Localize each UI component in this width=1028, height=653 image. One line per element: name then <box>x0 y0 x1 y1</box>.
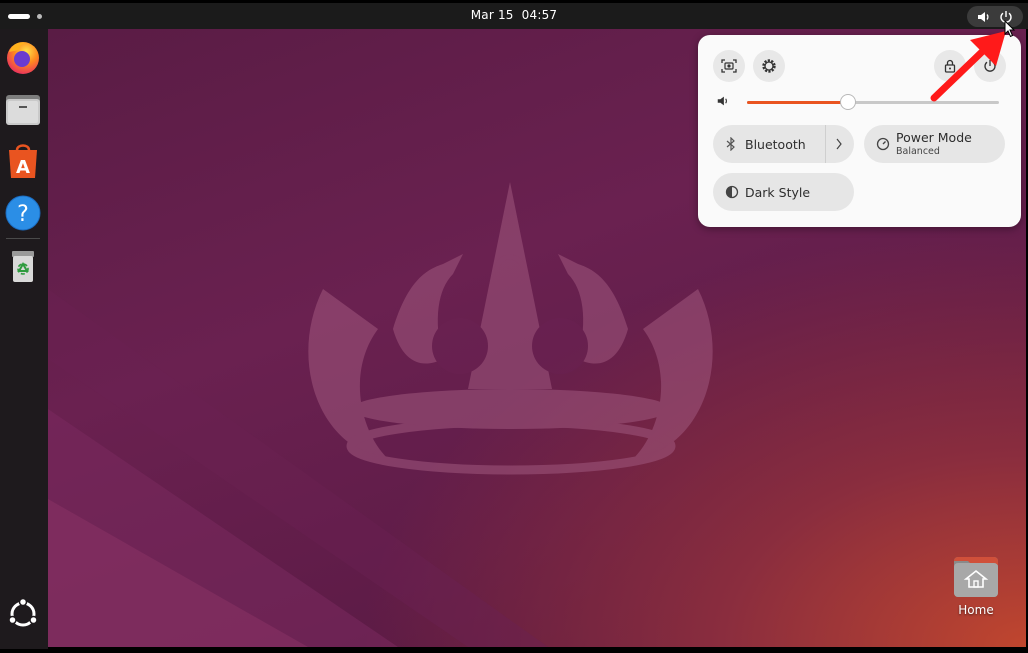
time-label: 04:57 <box>521 8 558 22</box>
power-mode-value: Balanced <box>896 146 940 157</box>
home-folder-icon <box>954 557 998 597</box>
dock: A ? <box>0 29 48 649</box>
dock-item-trash[interactable] <box>4 247 42 285</box>
bluetooth-label: Bluetooth <box>745 137 806 152</box>
volume-icon <box>978 12 989 22</box>
dock-item-app-center[interactable]: A <box>4 142 42 180</box>
mouse-cursor-icon <box>1004 20 1016 38</box>
top-bar: Mar 15 04:57 <box>0 3 1028 29</box>
tile-divider <box>825 125 826 163</box>
screenshot-button[interactable] <box>713 50 745 82</box>
app-center-icon: A <box>9 144 37 178</box>
desktop-home-folder[interactable]: Home <box>943 553 1009 623</box>
settings-button[interactable] <box>753 50 785 82</box>
bluetooth-toggle[interactable]: Bluetooth <box>713 125 854 163</box>
annotation-arrow-icon <box>930 31 1006 102</box>
dock-item-files[interactable] <box>4 90 42 128</box>
volume-slider-knob[interactable] <box>839 94 856 110</box>
trash-icon <box>12 251 34 282</box>
dock-item-firefox[interactable] <box>4 38 42 76</box>
svg-text:?: ? <box>17 202 29 227</box>
screenshot-icon <box>721 59 737 73</box>
volume-slider-fill <box>747 101 848 104</box>
power-mode-toggle[interactable]: Power Mode Balanced <box>864 125 1005 163</box>
home-folder-label: Home <box>958 603 994 617</box>
power-mode-gauge-icon <box>876 137 890 151</box>
dark-style-label: Dark Style <box>745 185 811 200</box>
gear-icon <box>762 59 776 73</box>
volume-icon <box>717 96 727 106</box>
dark-style-icon <box>725 185 739 199</box>
date-label: Mar 15 <box>470 8 514 22</box>
files-icon <box>6 95 40 125</box>
svg-text:A: A <box>16 157 30 178</box>
show-apps-button[interactable] <box>6 597 44 635</box>
dock-item-help[interactable]: ? <box>4 194 42 232</box>
dock-separator <box>6 238 40 239</box>
desktop-screen: Mar 15 04:57 A ? Home Bluetooth Power Mo… <box>0 0 1028 653</box>
power-mode-label: Power Mode <box>896 130 972 145</box>
help-icon: ? <box>5 195 41 231</box>
ubuntu-logo-icon <box>8 597 38 627</box>
bluetooth-icon <box>726 137 735 151</box>
firefox-icon <box>7 42 39 74</box>
chevron-right-icon[interactable] <box>835 138 843 150</box>
dark-style-toggle[interactable]: Dark Style <box>713 173 854 211</box>
date-time-menu[interactable]: Mar 15 04:57 <box>0 8 1028 22</box>
